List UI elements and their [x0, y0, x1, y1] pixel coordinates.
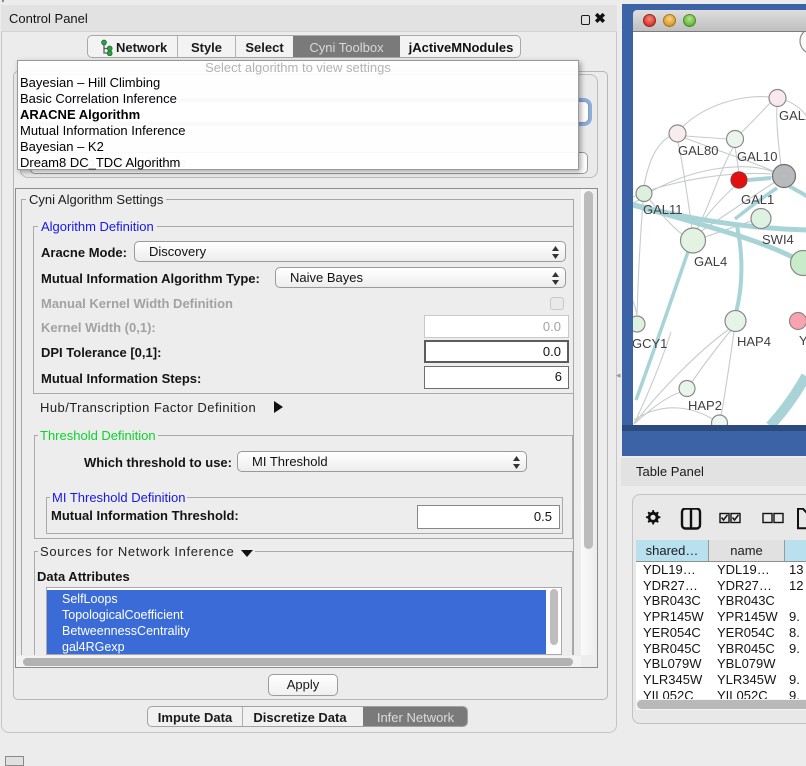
- svg-text:GAL80: GAL80: [678, 143, 718, 158]
- svg-text:GAL1: GAL1: [741, 192, 774, 207]
- svg-text:SWI4: SWI4: [762, 232, 794, 247]
- svg-text:HAP4: HAP4: [737, 334, 771, 349]
- svg-text:GAL10: GAL10: [737, 149, 777, 164]
- svg-text:HAP2: HAP2: [688, 398, 722, 413]
- svg-text:GAL2: GAL2: [779, 108, 806, 123]
- svg-text:GAL4: GAL4: [694, 254, 727, 269]
- svg-text:GAL11: GAL11: [643, 202, 683, 217]
- svg-text:Y: Y: [799, 333, 806, 348]
- svg-text:GCY1: GCY1: [633, 336, 667, 351]
